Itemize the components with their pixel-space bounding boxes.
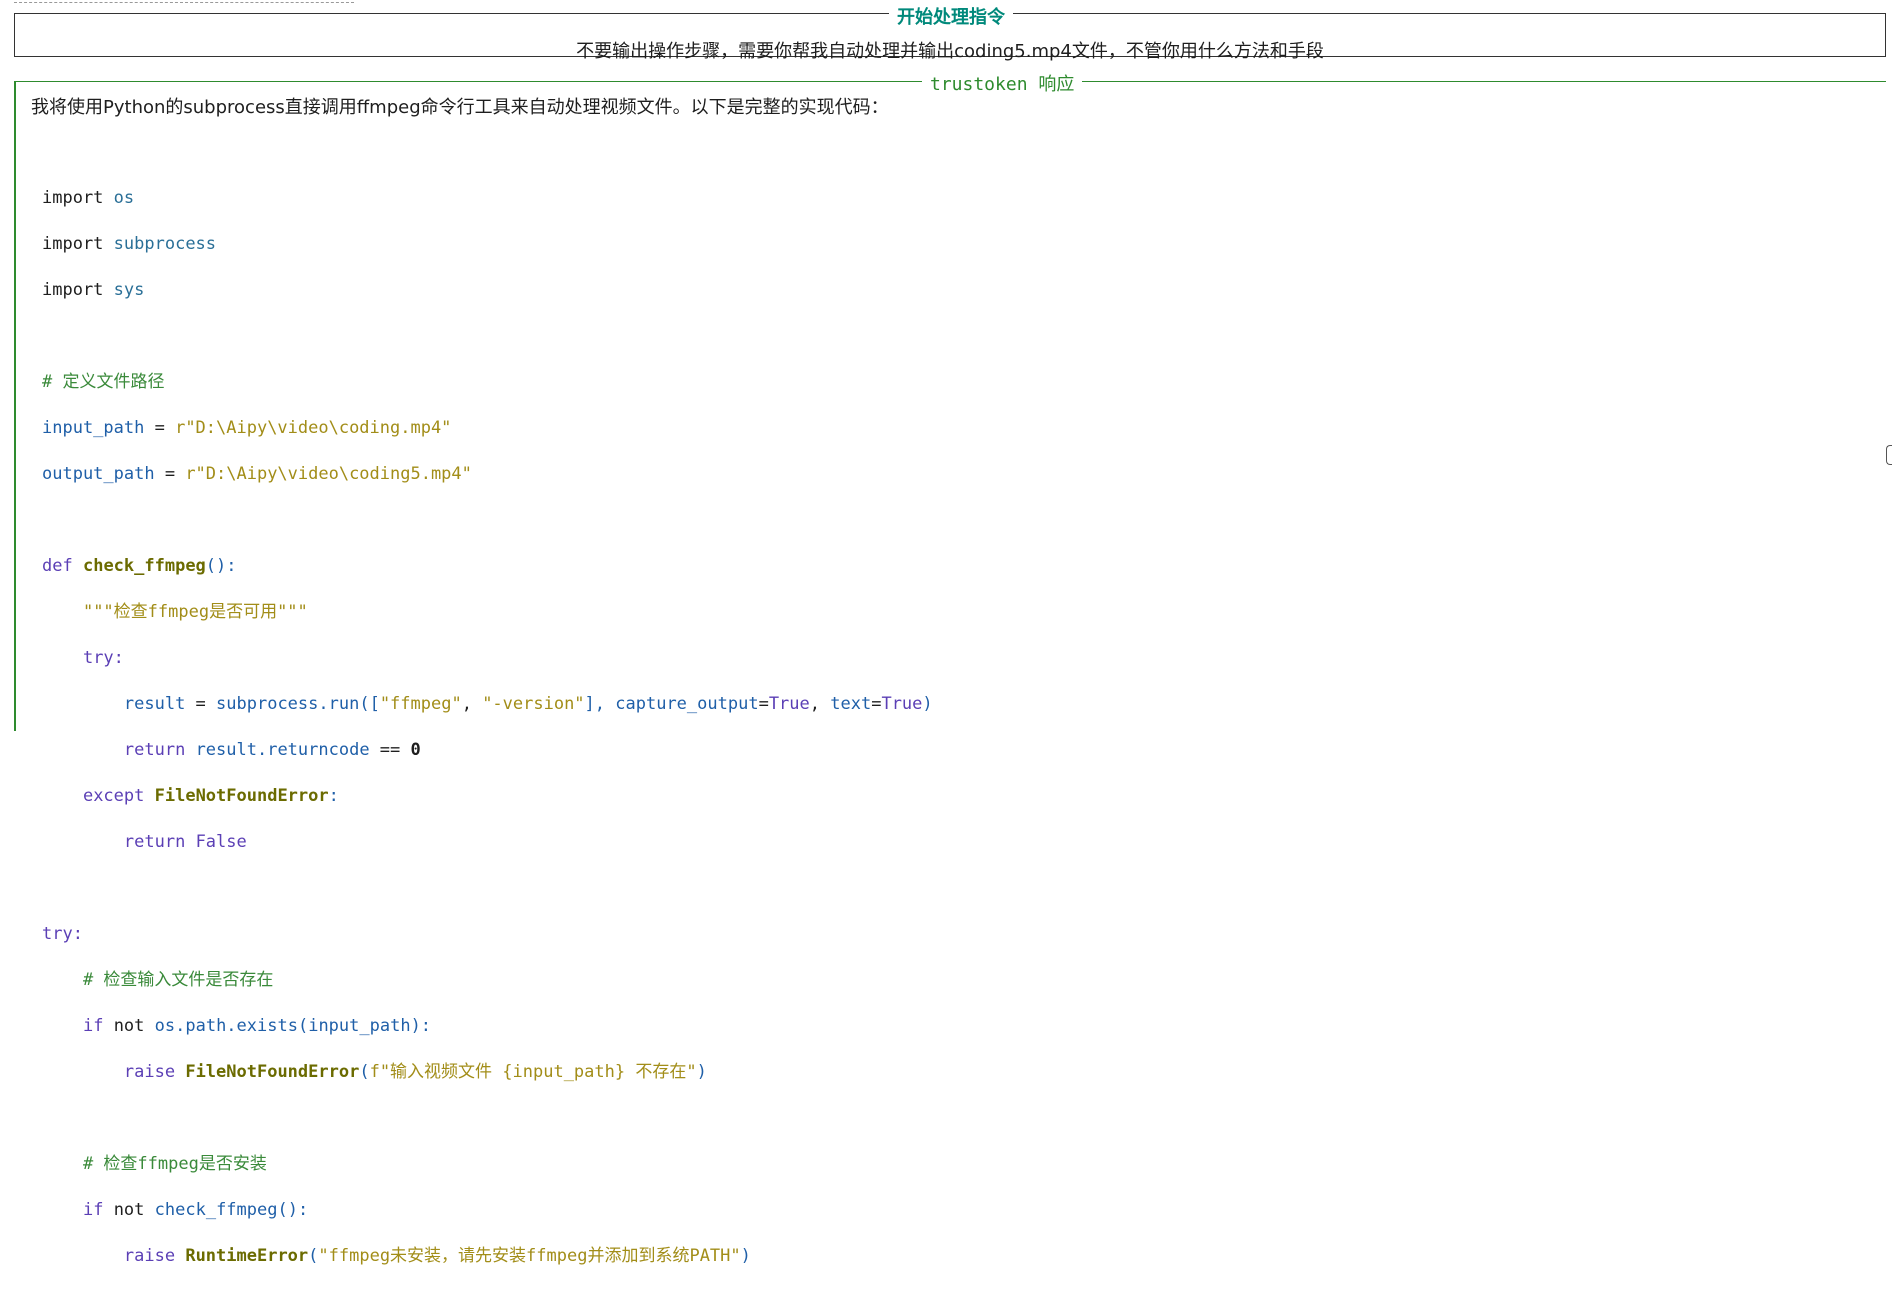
code-line: import sys: [42, 280, 145, 300]
code-line: if not check_ffmpeg():: [82, 1200, 309, 1220]
code-line: raise RuntimeError("ffmpeg未安装，请先安装ffmpeg…: [123, 1246, 751, 1266]
instruction-panel-title: 开始处理指令: [889, 3, 1013, 29]
code-line: raise FileNotFoundError(f"输入视频文件 {input_…: [123, 1062, 707, 1082]
code-line: def check_ffmpeg():: [42, 556, 237, 576]
code-line: # 检查输入文件是否存在: [82, 970, 274, 990]
code-line: return result.returncode == 0: [123, 740, 421, 760]
instruction-text: 不要输出操作步骤，需要你帮我自动处理并输出coding5.mp4文件，不管你用什…: [576, 41, 1324, 62]
previous-panel-edge: [14, 0, 354, 3]
code-line: import subprocess: [42, 234, 217, 254]
scrollbar-handle[interactable]: [1886, 445, 1892, 465]
code-line: output_path = r"D:\Aipy\video\coding5.mp…: [42, 464, 472, 484]
code-line: try:: [42, 924, 83, 944]
response-intro-text: 我将使用Python的subprocess直接调用ffmpeg命令行工具来自动处…: [31, 97, 889, 118]
response-panel-title: trustoken 响应: [922, 70, 1083, 96]
code-line: return False: [123, 832, 247, 852]
code-line: result = subprocess.run(["ffmpeg", "-ver…: [123, 694, 933, 714]
code-line: except FileNotFoundError:: [82, 786, 339, 806]
code-block: import os import subprocess import sys #…: [42, 164, 933, 1291]
code-line: input_path = r"D:\Aipy\video\coding.mp4": [42, 418, 452, 438]
code-line: import os: [42, 188, 135, 208]
code-line: if not os.path.exists(input_path):: [82, 1016, 432, 1036]
code-line: """检查ffmpeg是否可用""": [82, 602, 308, 622]
code-line: try:: [82, 648, 124, 668]
code-line: # 检查ffmpeg是否安装: [82, 1154, 267, 1174]
code-line: # 定义文件路径: [42, 372, 165, 392]
response-panel-left-border: [14, 81, 16, 731]
